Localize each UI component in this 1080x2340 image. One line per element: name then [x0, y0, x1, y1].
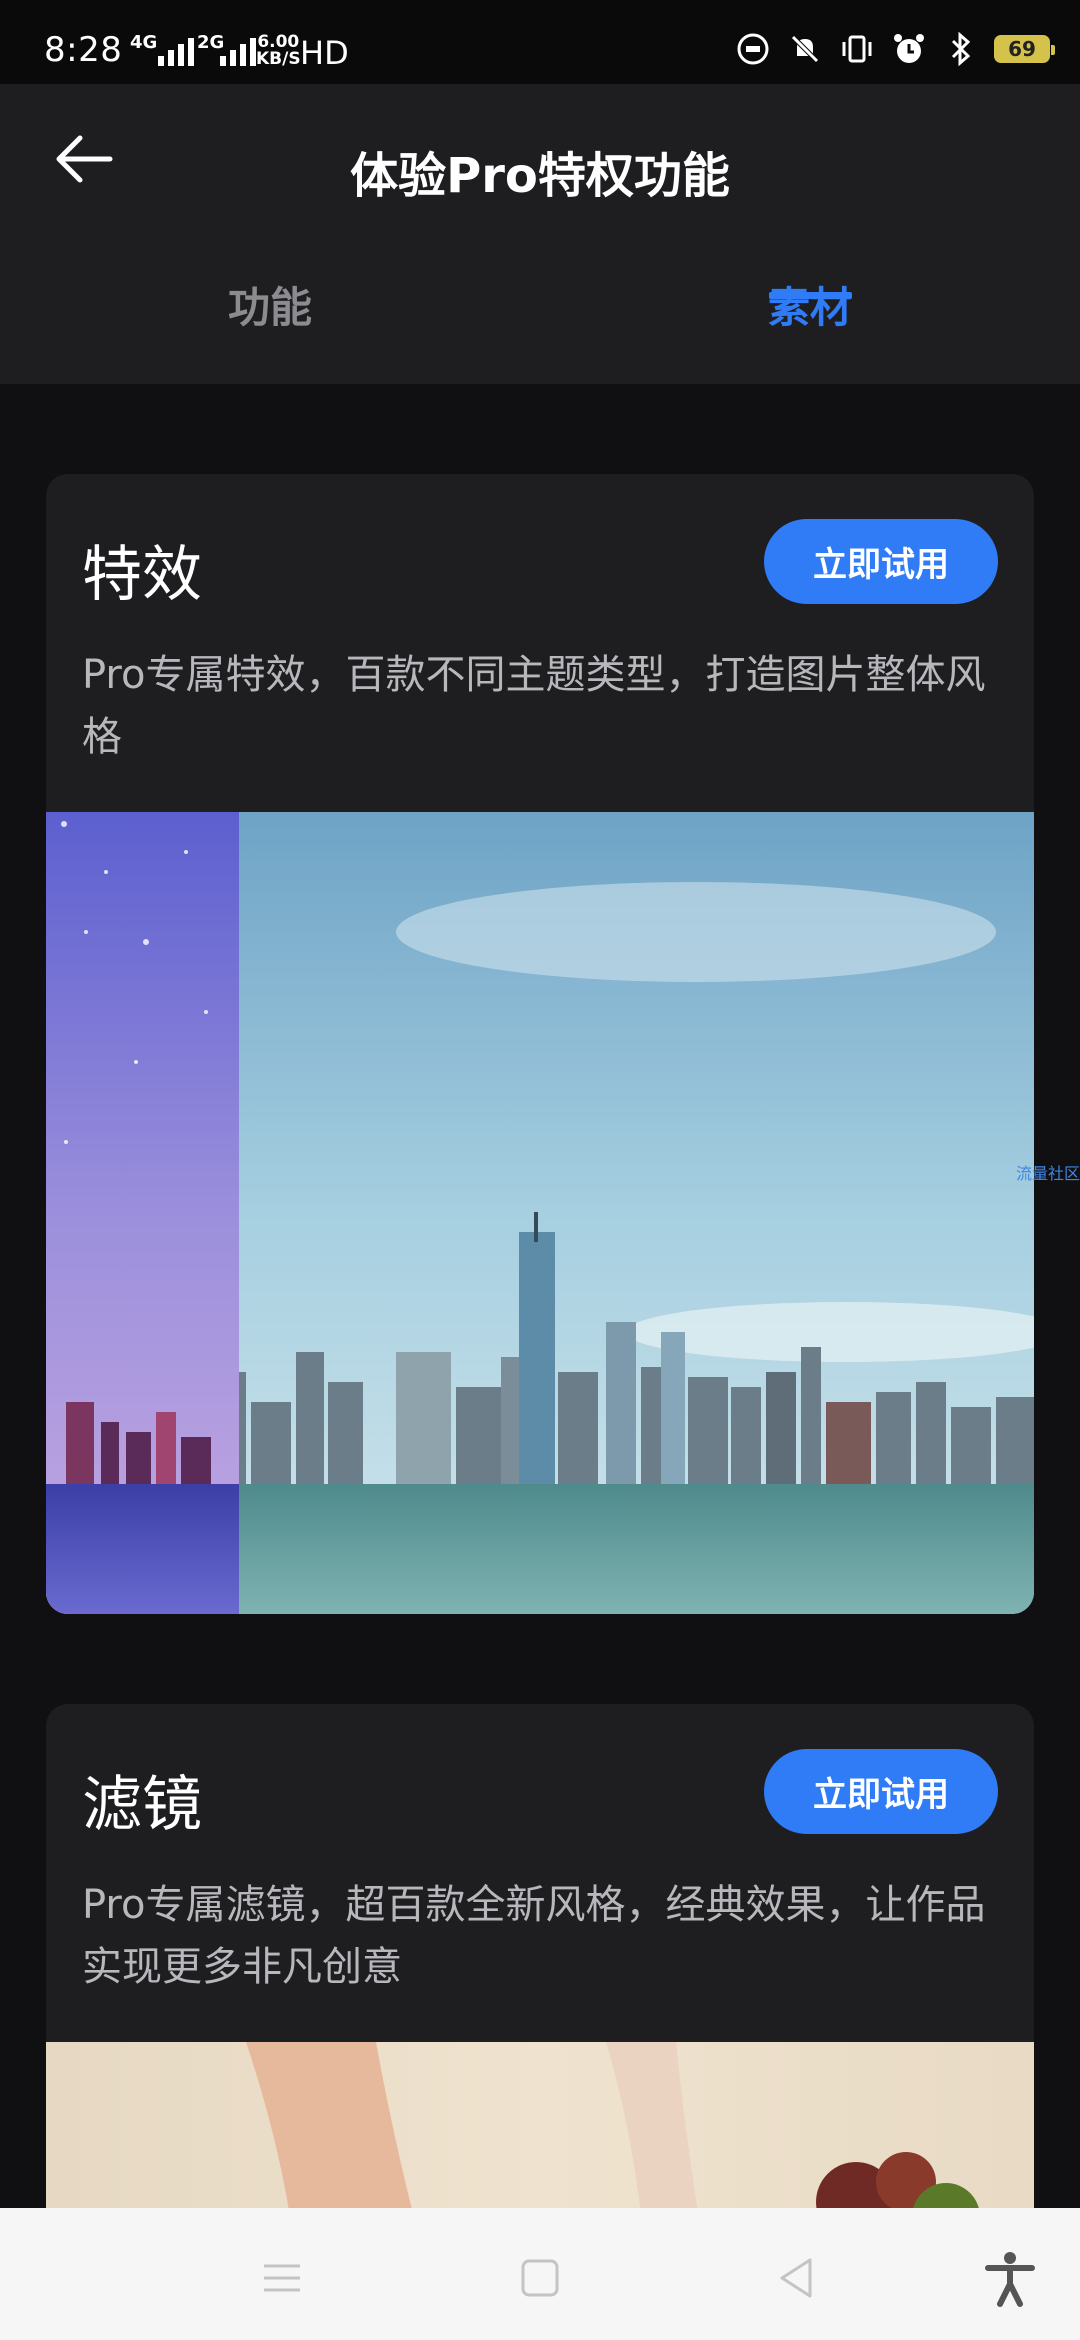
home-icon[interactable]	[510, 2248, 570, 2308]
tab-materials[interactable]: 素材	[540, 274, 1080, 335]
bluetooth-icon	[942, 30, 980, 68]
card-title: 滤镜	[82, 1770, 202, 1840]
menu-icon[interactable]	[252, 2248, 312, 2308]
card-description: Pro专属滤镜，超百款全新风格，经典效果，让作品实现更多非凡创意	[82, 1882, 986, 1990]
card-title: 特效	[82, 540, 202, 610]
system-nav-bar	[0, 2208, 1080, 2340]
accessibility-icon[interactable]	[980, 2248, 1040, 2308]
tab-features[interactable]: 功能	[0, 274, 540, 335]
header: 体验Pro特权功能 功能 素材	[0, 84, 1080, 384]
card-description: Pro专属特效，百款不同主题类型，打造图片整体风格	[82, 652, 986, 760]
battery-icon: 69	[994, 35, 1055, 63]
watermark: 流量社区	[1016, 1164, 1080, 1183]
speed-unit: KB/S	[256, 49, 301, 69]
back-icon[interactable]	[766, 2248, 826, 2308]
vibrate-icon	[838, 30, 876, 68]
mute-icon	[786, 30, 824, 68]
signal-icon	[158, 36, 194, 66]
active-tab-indicator	[769, 292, 852, 299]
filters-card: 滤镜 立即试用 Pro专属滤镜，超百款全新风格，经典效果，让作品实现更多非凡创意	[46, 1704, 1034, 2264]
page-title: 体验Pro特权功能	[350, 148, 730, 204]
status-bar: 8:28 4G 2G 6.00 KB/S HD 69	[0, 0, 1080, 84]
try-now-button[interactable]: 立即试用	[764, 1749, 998, 1834]
network-speed: 6.00 KB/S	[256, 34, 301, 68]
status-time: 8:28	[44, 30, 123, 70]
tab-bar: 功能 素材	[0, 274, 1080, 384]
alarm-icon	[890, 30, 928, 68]
data-saver-icon	[734, 30, 772, 68]
try-now-button[interactable]: 立即试用	[764, 519, 998, 604]
signal-icon	[220, 36, 256, 66]
hd-indicator: HD	[300, 34, 349, 72]
effects-card: 特效 立即试用 Pro专属特效，百款不同主题类型，打造图片整体风格	[46, 474, 1034, 1614]
effects-preview-image	[46, 812, 1034, 1614]
network-type-1: 4G	[130, 32, 158, 53]
status-icons: 69	[734, 30, 1055, 68]
